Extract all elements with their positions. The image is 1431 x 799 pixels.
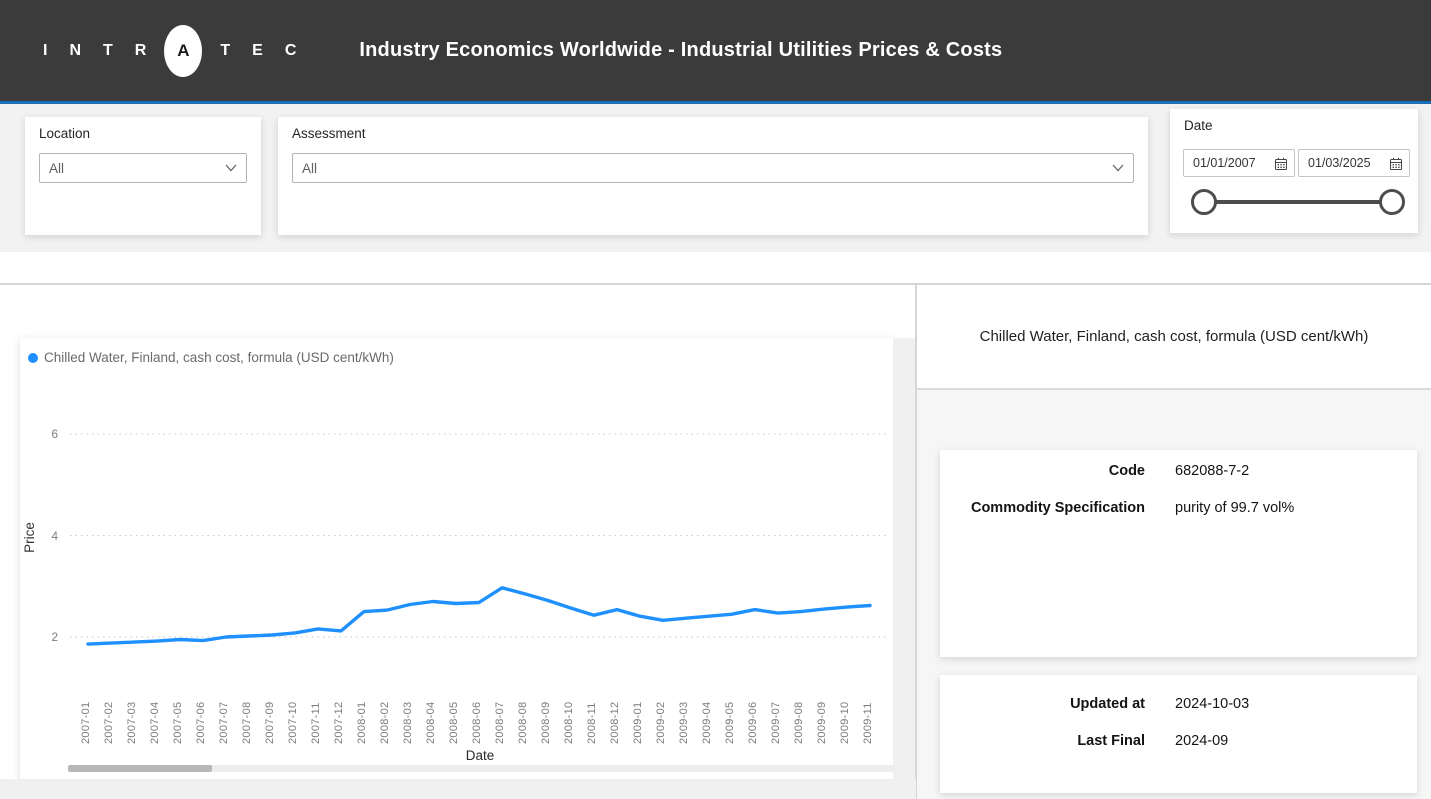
- x-axis-tick-label: 2007-09: [264, 686, 280, 744]
- x-axis-tick-label: 2008-09: [540, 686, 556, 744]
- logo-letter: E: [252, 42, 263, 60]
- assessment-filter-card: Assessment All: [278, 117, 1148, 235]
- meta-rows: Updated at 2024-10-03 Last Final 2024-09: [940, 675, 1417, 749]
- calendar-icon[interactable]: [1389, 157, 1403, 171]
- logo-letter: I: [43, 42, 47, 60]
- x-axis-tick-label: 2007-05: [172, 686, 188, 744]
- meta-label: Updated at: [940, 696, 1145, 712]
- x-axis-tick-label: 2008-05: [448, 686, 464, 744]
- location-dropdown[interactable]: All: [39, 153, 247, 183]
- x-axis-tick-label: 2009-03: [678, 686, 694, 744]
- intratec-logo: I N T R A T E C: [32, 25, 307, 77]
- x-axis-tick-label: 2008-07: [494, 686, 510, 744]
- y-axis-tick-label: 2: [34, 630, 58, 644]
- logo-letter: R: [135, 42, 147, 60]
- x-axis-tick-label: 2009-01: [632, 686, 648, 744]
- chart-scrollbar-track[interactable]: [68, 765, 895, 772]
- detail-title-card: Chilled Water, Finland, cash cost, formu…: [917, 285, 1431, 388]
- x-axis-tick-label: 2008-04: [425, 686, 441, 744]
- meta-value: 2024-09: [1175, 733, 1417, 749]
- x-axis-tick-label: 2008-12: [609, 686, 625, 744]
- assessment-dropdown-value: All: [302, 161, 317, 176]
- x-axis-tick-label: 2009-06: [747, 686, 763, 744]
- location-dropdown-value: All: [49, 161, 64, 176]
- date-start-field[interactable]: [1183, 149, 1295, 177]
- location-filter-card: Location All: [25, 117, 261, 235]
- spec-rows: Code 682088-7-2 Commodity Specification …: [940, 450, 1417, 516]
- date-end-input[interactable]: [1299, 156, 1381, 170]
- app-header: I N T R A T E C Industry Economics World…: [0, 0, 1431, 101]
- date-range-inputs: [1183, 149, 1410, 177]
- meta-row: Updated at 2024-10-03: [940, 696, 1417, 712]
- logo-letter: T: [103, 42, 113, 60]
- x-axis-tick-label: 2007-06: [195, 686, 211, 744]
- x-axis-tick-label: 2009-07: [770, 686, 786, 744]
- spec-value: purity of 99.7 vol%: [1175, 500, 1417, 516]
- detail-title: Chilled Water, Finland, cash cost, formu…: [980, 328, 1369, 345]
- y-axis-title: Price: [22, 522, 37, 553]
- x-axis-title: Date: [440, 748, 520, 763]
- meta-value: 2024-10-03: [1175, 696, 1417, 712]
- x-axis-tick-label: 2007-01: [80, 686, 96, 744]
- meta-card: Updated at 2024-10-03 Last Final 2024-09: [940, 675, 1417, 793]
- chevron-down-icon: [225, 164, 237, 172]
- logo-letter: C: [285, 42, 297, 60]
- spec-label: Code: [940, 463, 1145, 479]
- date-slider-handle-start[interactable]: [1191, 189, 1217, 215]
- y-axis-tick-label: 4: [34, 529, 58, 543]
- x-axis-tick-label: 2009-09: [816, 686, 832, 744]
- assessment-filter-label: Assessment: [292, 126, 366, 141]
- meta-row: Last Final 2024-09: [940, 733, 1417, 749]
- spec-card: Code 682088-7-2 Commodity Specification …: [940, 450, 1417, 657]
- x-axis-tick-label: 2007-11: [310, 686, 326, 744]
- dashboard-page: I N T R A T E C Industry Economics World…: [0, 0, 1431, 799]
- x-axis-tick-label: 2009-11: [862, 686, 878, 744]
- page-title: Industry Economics Worldwide - Industria…: [359, 39, 1002, 62]
- x-axis-tick-label: 2008-03: [402, 686, 418, 744]
- spec-value: 682088-7-2: [1175, 463, 1417, 479]
- date-filter-card: Date: [1170, 109, 1418, 233]
- x-axis-tick-label: 2007-03: [126, 686, 142, 744]
- x-axis-tick-label: 2008-02: [379, 686, 395, 744]
- x-axis-tick-label: 2008-08: [517, 686, 533, 744]
- x-axis-tick-label: 2008-10: [563, 686, 579, 744]
- logo-a-ellipse-icon: A: [164, 25, 202, 77]
- spec-row: Code 682088-7-2: [940, 463, 1417, 479]
- x-axis-tick-label: 2009-08: [793, 686, 809, 744]
- x-axis-tick-label: 2009-02: [655, 686, 671, 744]
- x-axis-tick-label: 2009-10: [839, 686, 855, 744]
- x-axis-tick-label: 2008-06: [471, 686, 487, 744]
- chevron-down-icon: [1112, 164, 1124, 172]
- x-axis-tick-label: 2008-11: [586, 686, 602, 744]
- date-start-input[interactable]: [1184, 156, 1266, 170]
- logo-letter: T: [220, 42, 230, 60]
- x-axis-tick-label: 2007-07: [218, 686, 234, 744]
- assessment-dropdown[interactable]: All: [292, 153, 1134, 183]
- chart-scrollbar-thumb[interactable]: [68, 765, 212, 772]
- spec-label: Commodity Specification: [940, 500, 1145, 516]
- spec-row: Commodity Specification purity of 99.7 v…: [940, 500, 1417, 516]
- x-axis-tick-label: 2007-10: [287, 686, 303, 744]
- x-axis-tick-label: 2009-05: [724, 686, 740, 744]
- date-slider-track[interactable]: [1204, 200, 1392, 204]
- logo-letter: N: [69, 42, 81, 60]
- x-axis-tick-label: 2009-04: [701, 686, 717, 744]
- date-slider-handle-end[interactable]: [1379, 189, 1405, 215]
- x-axis-tick-label: 2008-01: [356, 686, 372, 744]
- x-axis-tick-label: 2007-08: [241, 686, 257, 744]
- date-filter-label: Date: [1184, 118, 1213, 133]
- meta-label: Last Final: [940, 733, 1145, 749]
- x-axis-tick-label: 2007-12: [333, 686, 349, 744]
- price-line-series[interactable]: [88, 588, 870, 644]
- y-axis-tick-label: 6: [34, 427, 58, 441]
- calendar-icon[interactable]: [1274, 157, 1288, 171]
- date-end-field[interactable]: [1298, 149, 1410, 177]
- x-axis-tick-label: 2007-04: [149, 686, 165, 744]
- x-axis-tick-label: 2007-02: [103, 686, 119, 744]
- location-filter-label: Location: [39, 126, 90, 141]
